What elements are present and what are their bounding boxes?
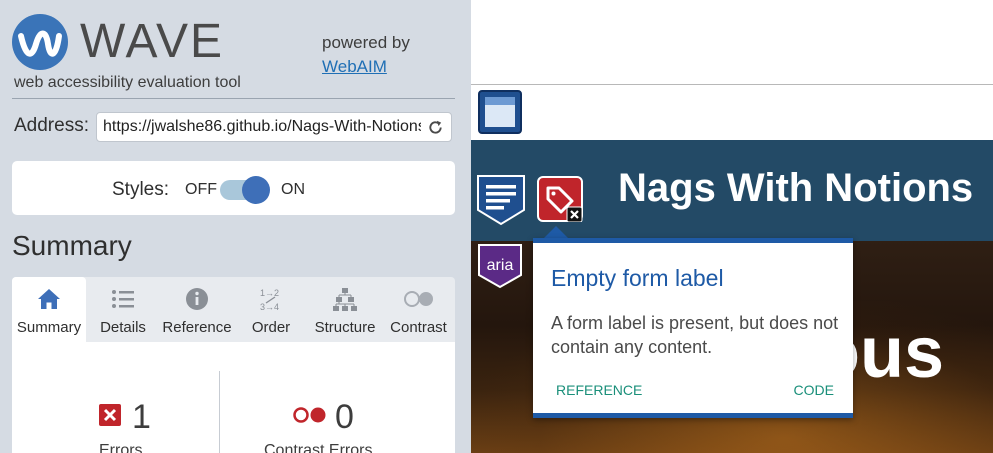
site-title: Nags With Notions (618, 166, 974, 210)
tab-order[interactable]: 1→2 3→4 Order (234, 277, 308, 342)
document-icon[interactable] (476, 174, 526, 226)
svg-text:1→2: 1→2 (260, 288, 279, 298)
panel-tabs: Summary Details Reference 1→2 3→4 Order … (12, 277, 455, 342)
tab-summary[interactable]: Summary (12, 277, 86, 342)
list-icon (112, 290, 134, 308)
address-field (96, 112, 452, 142)
logo-wordmark: WAVE (80, 15, 225, 68)
styles-toggle[interactable] (220, 176, 270, 204)
order-icon: 1→2 3→4 (260, 288, 279, 312)
styles-label: Styles: (112, 179, 170, 200)
styles-on-label: ON (281, 181, 305, 198)
wave-extension-window: WAVE web accessibility evaluation tool p… (0, 0, 993, 453)
tab-contrast[interactable]: Contrast (382, 277, 455, 342)
powered-by-text: powered by (322, 33, 410, 52)
webaim-link[interactable]: WebAIM (322, 57, 387, 77)
tooltip-arrow (544, 226, 568, 238)
styles-toggle-card: Styles: OFF ON (12, 161, 455, 215)
tooltip-title: Empty form label (551, 265, 724, 291)
contrast-errors-count: 0 (335, 398, 354, 436)
aria-icon-text: aria (487, 257, 514, 274)
address-label: Address: (14, 115, 89, 136)
errors-label: Errors (99, 442, 143, 453)
tab-label: Reference (162, 319, 232, 336)
errors-count: 1 (132, 398, 151, 436)
tab-label: Order (251, 319, 291, 336)
preview-divider (471, 84, 993, 85)
wave-logo-icon (12, 14, 68, 70)
error-icon (99, 404, 121, 426)
home-icon (38, 289, 60, 309)
tab-label: Summary (16, 319, 82, 336)
tab-details[interactable]: Details (86, 277, 160, 342)
reload-icon[interactable] (427, 119, 444, 136)
styles-off-label: OFF (185, 181, 217, 198)
wave-sidebar: WAVE web accessibility evaluation tool p… (0, 0, 471, 453)
tab-label: Contrast (390, 319, 447, 336)
logo-tagline: web accessibility evaluation tool (14, 74, 241, 91)
panel-divider (219, 371, 220, 453)
aria-icon[interactable]: aria (477, 243, 523, 289)
tab-structure[interactable]: Structure (308, 277, 382, 342)
tab-reference[interactable]: Reference (160, 277, 234, 342)
header-divider (12, 98, 455, 99)
contrast-error-icon (293, 407, 326, 423)
tab-label: Details (100, 319, 146, 336)
empty-form-label-tooltip: Empty form label A form label is present… (533, 238, 853, 418)
contrast-icon (403, 291, 433, 307)
structure-icon (333, 288, 357, 311)
empty-label-error-icon[interactable] (537, 176, 583, 222)
address-input[interactable] (103, 116, 421, 138)
info-icon (186, 288, 208, 310)
tooltip-description: A form label is present, but does not co… (551, 313, 839, 357)
svg-text:3→4: 3→4 (260, 302, 279, 312)
tooltip-code-link[interactable]: CODE (794, 382, 834, 398)
summary-panel: 1 Errors 0 Contrast Errors (12, 342, 455, 453)
document-icon[interactable] (478, 90, 522, 134)
summary-heading: Summary (12, 230, 132, 261)
tooltip-reference-link[interactable]: REFERENCE (556, 382, 642, 398)
contrast-errors-label: Contrast Errors (264, 442, 373, 453)
toggle-knob (242, 176, 270, 204)
tab-label: Structure (314, 319, 376, 336)
